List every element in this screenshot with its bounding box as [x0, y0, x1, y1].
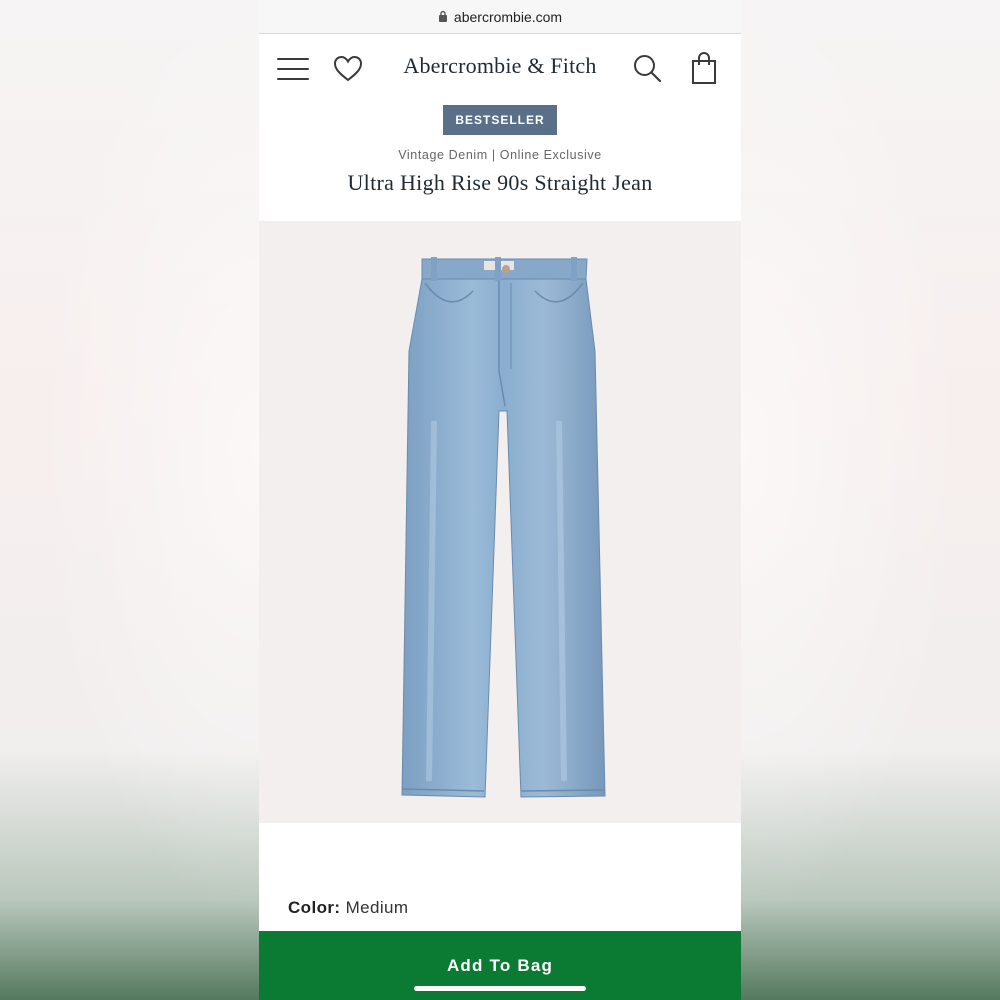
- product-image[interactable]: [259, 221, 741, 823]
- hamburger-menu-icon[interactable]: [277, 58, 309, 80]
- product-subtitle: Vintage Denim | Online Exclusive: [398, 148, 602, 162]
- color-selection: Color: Medium: [288, 898, 408, 918]
- home-indicator[interactable]: [414, 986, 586, 991]
- background-left: [0, 0, 259, 1000]
- background-right: [741, 0, 1000, 1000]
- brand-logo[interactable]: Abercrombie & Fitch: [259, 53, 741, 79]
- browser-url-bar[interactable]: abercrombie.com: [259, 0, 741, 34]
- site-header: Abercrombie & Fitch: [259, 34, 741, 104]
- shopping-bag-icon[interactable]: [691, 51, 717, 85]
- search-icon[interactable]: [632, 53, 662, 83]
- color-label: Color:: [288, 898, 341, 917]
- jeans-illustration: [401, 257, 606, 798]
- url-text: abercrombie.com: [453, 8, 563, 25]
- color-value: Medium: [345, 898, 409, 917]
- product-title: Ultra High Rise 90s Straight Jean: [347, 170, 653, 195]
- mobile-page: Abercrombie & Fitch BESTSELLER Vintage D…: [259, 34, 741, 1000]
- lock-icon: [438, 10, 447, 22]
- bestseller-badge: BESTSELLER: [443, 105, 557, 135]
- heart-icon[interactable]: [333, 54, 363, 84]
